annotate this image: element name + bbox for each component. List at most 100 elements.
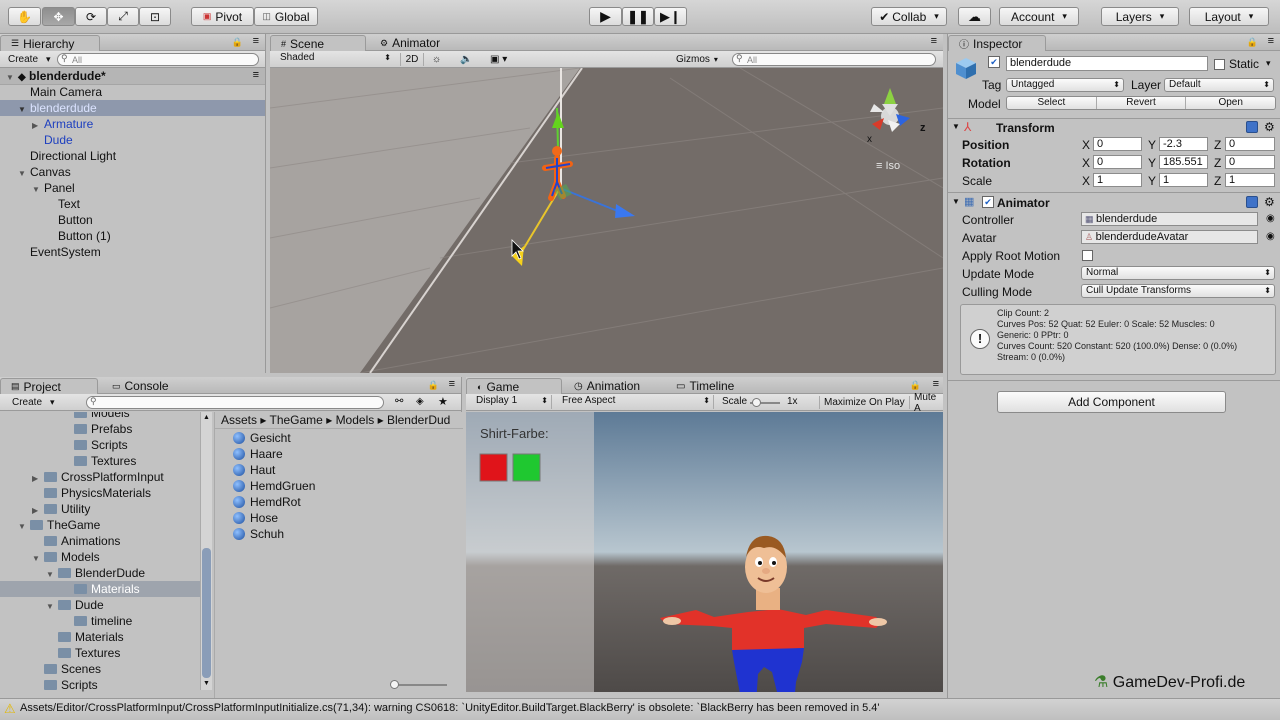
layers-dropdown[interactable]: Layers (1101, 7, 1179, 26)
transform-header[interactable]: ▼ ⅄ Transform ⚙ (948, 120, 1280, 137)
hierarchy-scene-row[interactable]: ▼ ◆ blenderdude* ≡ (0, 68, 265, 85)
breadcrumb-item[interactable]: TheGame (270, 413, 323, 427)
green-color-button[interactable] (512, 453, 541, 482)
collab-button[interactable]: ✔ Collab (871, 7, 947, 26)
hierarchy-item-text[interactable]: Text (58, 196, 80, 212)
global-button[interactable]: ◫ Global (254, 7, 318, 26)
hierarchy-item-panel[interactable]: ▼ Panel (32, 180, 75, 196)
folder-models[interactable]: Models (74, 412, 130, 421)
rotation-y-field[interactable]: 185.551 (1159, 155, 1208, 169)
rotate-tool-button[interactable]: ⟳ (75, 7, 107, 26)
tab-console[interactable]: ▭ Console (102, 378, 192, 394)
breadcrumb-item[interactable]: Assets (221, 413, 257, 427)
game-view[interactable]: Shirt-Farbe: (466, 412, 943, 692)
object-name-field[interactable]: blenderdude (1006, 56, 1208, 71)
scale-x-field[interactable]: 1 (1093, 173, 1142, 187)
hierarchy-item-armature[interactable]: ▶ Armature (32, 116, 93, 132)
scroll-thumb[interactable] (202, 548, 211, 678)
material-hemdrot[interactable]: HemdRot (233, 494, 301, 510)
cloud-button[interactable]: ☁ (958, 7, 991, 26)
tab-scene[interactable]: # Scene (270, 35, 366, 51)
scale-tool-button[interactable]: ⤢ (107, 7, 139, 26)
folder-scripts-2[interactable]: Scripts (44, 677, 98, 693)
hierarchy-item-button[interactable]: Button (58, 212, 93, 228)
breadcrumb-item[interactable]: Models (336, 413, 375, 427)
animator-header[interactable]: ▼ ▦ ✔ Animator ⚙ (948, 194, 1280, 211)
audio-toggle[interactable]: 🔈 (456, 53, 478, 66)
folder-scenes[interactable]: Scenes (44, 661, 101, 677)
menu-icon[interactable]: ≡ (449, 378, 455, 390)
favorite-star-icon[interactable]: ★ (438, 395, 448, 408)
lock-icon[interactable]: 🔒 (1247, 37, 1258, 48)
folder-materials[interactable]: Materials (58, 629, 124, 645)
add-component-button[interactable]: Add Component (997, 391, 1226, 413)
layout-dropdown[interactable]: Layout (1189, 7, 1269, 26)
rect-tool-button[interactable]: ⊡ (139, 7, 171, 26)
tab-game[interactable]: ◐ Game (466, 378, 562, 394)
scale-z-field[interactable]: 1 (1225, 173, 1275, 187)
filter-label-icon[interactable]: ◈ (416, 396, 424, 407)
iso-label[interactable]: ≡ Iso (876, 160, 900, 172)
scroll-down-icon[interactable]: ▼ (203, 680, 210, 687)
hand-tool-button[interactable]: ✋ (8, 7, 41, 26)
gear-icon[interactable]: ⚙ (1264, 120, 1275, 134)
tab-inspector[interactable]: ⓘ Inspector (948, 35, 1046, 51)
rotation-x-field[interactable]: 0 (1093, 155, 1142, 169)
hierarchy-item-canvas[interactable]: ▼ Canvas (18, 164, 71, 180)
rotation-z-field[interactable]: 0 (1225, 155, 1275, 169)
static-checkbox[interactable] (1214, 59, 1225, 70)
help-book-icon[interactable] (1246, 121, 1258, 133)
2d-toggle[interactable]: 2D (400, 53, 424, 66)
folder-utility[interactable]: ▶ Utility (32, 501, 90, 517)
help-book-icon[interactable] (1246, 196, 1258, 208)
pause-button[interactable]: ❚❚ (622, 7, 654, 26)
status-bar[interactable]: ⚠ Assets/Editor/CrossPlatformInput/Cross… (0, 698, 1280, 720)
breadcrumb-item[interactable]: BlenderDud (387, 413, 450, 427)
lock-icon[interactable]: 🔒 (428, 380, 439, 391)
hierarchy-item-dude[interactable]: Dude (44, 132, 73, 148)
material-hemdgruen[interactable]: HemdGruen (233, 478, 315, 494)
position-y-field[interactable]: -2.3 (1159, 137, 1208, 151)
model-revert-button[interactable]: Revert (1097, 97, 1187, 109)
scene-menu-icon[interactable]: ≡ (931, 35, 937, 47)
hierarchy-create-button[interactable]: Create (4, 53, 55, 66)
position-x-field[interactable]: 0 (1093, 137, 1142, 151)
model-select-button[interactable]: Select (1007, 97, 1097, 109)
hierarchy-item-button-1[interactable]: Button (1) (58, 228, 111, 244)
folder-thegame[interactable]: ▼ TheGame (18, 517, 100, 533)
tab-project[interactable]: ▤ Project (0, 378, 98, 394)
menu-icon[interactable]: ≡ (933, 378, 939, 390)
material-haare[interactable]: Haare (233, 446, 283, 462)
folder-crossplatforminput[interactable]: ▶ CrossPlatformInput (32, 469, 164, 485)
step-button[interactable]: ▶❙ (654, 7, 687, 26)
lock-icon[interactable]: 🔒 (232, 37, 243, 48)
aspect-dropdown[interactable]: Free Aspect (558, 395, 714, 409)
folder-materials-selected[interactable]: Materials (74, 581, 140, 597)
play-button[interactable]: ▶ (589, 7, 622, 26)
scene-viewport[interactable]: x z ≡ Iso (270, 68, 943, 373)
animator-enabled-checkbox[interactable]: ✔ (982, 196, 994, 208)
menu-icon[interactable]: ≡ (253, 35, 259, 47)
project-search-input[interactable]: ⚲ (86, 396, 384, 409)
object-picker-icon[interactable]: ◉ (1266, 231, 1275, 242)
pivot-button[interactable]: ▣ Pivot (191, 7, 254, 26)
tab-animation[interactable]: ◷ Animation (564, 378, 664, 394)
tab-timeline[interactable]: ▭ Timeline (666, 378, 766, 394)
gizmos-dropdown[interactable]: Gizmos ▾ (672, 53, 724, 66)
filter-type-icon[interactable]: ⚯ (395, 396, 403, 407)
hierarchy-item-blenderdude[interactable]: ▼ blenderdude (18, 100, 97, 116)
tag-dropdown[interactable]: Untagged (1006, 78, 1124, 92)
maximize-on-play-toggle[interactable]: Maximize On Play (819, 396, 909, 409)
material-gesicht[interactable]: Gesicht (233, 430, 291, 446)
layer-dropdown[interactable]: Default (1164, 78, 1274, 92)
gear-icon[interactable]: ⚙ (1264, 195, 1275, 209)
folder-models-2[interactable]: ▼ Models (32, 549, 100, 565)
hierarchy-item-main-camera[interactable]: Main Camera (30, 84, 102, 100)
move-tool-button[interactable]: ✥ (42, 7, 75, 26)
material-haut[interactable]: Haut (233, 462, 275, 478)
object-picker-icon[interactable]: ◉ (1266, 213, 1275, 224)
folder-prefabs[interactable]: Prefabs (74, 421, 132, 437)
tree-scrollbar[interactable]: ▲ ▼ (200, 412, 212, 690)
mute-audio-toggle[interactable]: Mute A (909, 392, 943, 414)
project-create-button[interactable]: Create (8, 396, 59, 409)
